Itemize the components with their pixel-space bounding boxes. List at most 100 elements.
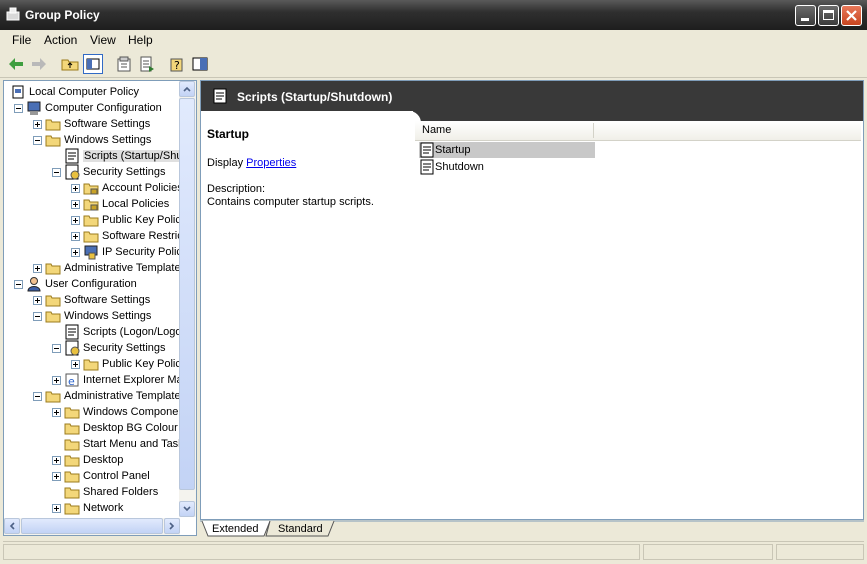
expand-plus-icon[interactable] bbox=[71, 248, 80, 257]
scroll-up-button[interactable] bbox=[179, 81, 195, 97]
console-tree[interactable]: Local Computer Policy Computer Configurat… bbox=[3, 80, 197, 536]
folder-icon bbox=[83, 359, 99, 371]
computer-policy-icon bbox=[12, 85, 24, 99]
tree-item[interactable]: Public Key Policies bbox=[4, 356, 180, 372]
up-folder-icon[interactable] bbox=[60, 54, 80, 74]
tree-item-label: Shared Folders bbox=[83, 486, 159, 498]
script-icon bbox=[65, 148, 79, 164]
horizontal-scroll-thumb[interactable] bbox=[21, 518, 163, 534]
tree-item[interactable]: Security Settings bbox=[4, 340, 180, 356]
expand-plus-icon[interactable] bbox=[71, 200, 80, 209]
tab-standard[interactable]: Standard bbox=[278, 523, 323, 540]
expand-plus-icon[interactable] bbox=[52, 504, 61, 513]
scripts-list[interactable]: Name Startup Shutdown bbox=[415, 121, 863, 519]
tree-item-label: Windows Settings bbox=[64, 134, 152, 146]
expand-plus-icon[interactable] bbox=[52, 376, 61, 385]
tree-item-label: Desktop BG Colour bbox=[83, 422, 178, 434]
show-hide-tree-button[interactable] bbox=[83, 54, 103, 74]
expand-plus-icon[interactable] bbox=[71, 216, 80, 225]
tree-horizontal-scrollbar[interactable] bbox=[4, 518, 180, 535]
close-button[interactable] bbox=[841, 5, 862, 26]
tree-item[interactable]: Network bbox=[4, 500, 180, 516]
tree-item-label: Software Settings bbox=[64, 294, 151, 306]
list-item-shutdown[interactable]: Shutdown bbox=[419, 159, 595, 175]
expand-plus-icon[interactable] bbox=[71, 184, 80, 193]
scroll-right-button[interactable] bbox=[164, 518, 180, 534]
tree-item[interactable]: Administrative Templates bbox=[4, 260, 180, 276]
forward-arrow-icon[interactable] bbox=[29, 54, 49, 74]
column-divider[interactable] bbox=[593, 123, 594, 138]
back-arrow-icon[interactable] bbox=[6, 54, 26, 74]
expand-plus-icon[interactable] bbox=[71, 232, 80, 241]
tree-item[interactable]: Scripts (Startup/Shutdown) bbox=[4, 148, 180, 164]
tree-vertical-scrollbar[interactable] bbox=[179, 81, 196, 517]
minimize-button[interactable] bbox=[795, 5, 816, 26]
help-icon[interactable]: ? bbox=[167, 54, 187, 74]
tree-item[interactable]: Start Menu and Taskbar bbox=[4, 436, 180, 452]
tree-item[interactable]: Computer Configuration bbox=[4, 100, 180, 116]
collapse-minus-icon[interactable] bbox=[52, 344, 61, 353]
collapse-minus-icon[interactable] bbox=[14, 104, 23, 113]
menu-view[interactable]: View bbox=[90, 33, 116, 47]
tree-item[interactable]: Administrative Templates bbox=[4, 388, 180, 404]
details-header-title: Scripts (Startup/Shutdown) bbox=[237, 90, 393, 104]
tab-extended[interactable]: Extended bbox=[212, 523, 258, 540]
expand-plus-icon[interactable] bbox=[52, 408, 61, 417]
scroll-thumb[interactable] bbox=[179, 98, 195, 490]
tree-item[interactable]: Scripts (Logon/Logoff) bbox=[4, 324, 180, 340]
tree-item[interactable]: IP Security Policies bbox=[4, 244, 180, 260]
tree-item[interactable]: e Internet Explorer Maintenance bbox=[4, 372, 180, 388]
expand-plus-icon[interactable] bbox=[52, 456, 61, 465]
tree-item-label: Software Restriction Policies bbox=[102, 230, 180, 242]
tree-item[interactable]: Account Policies bbox=[4, 180, 180, 196]
tree-item-label: Security Settings bbox=[83, 342, 166, 354]
properties-icon[interactable] bbox=[114, 54, 134, 74]
tree-item[interactable]: Software Settings bbox=[4, 292, 180, 308]
expand-plus-icon[interactable] bbox=[33, 264, 42, 273]
tree-item[interactable]: Windows Components bbox=[4, 404, 180, 420]
title-bar: Group Policy bbox=[0, 0, 867, 30]
menu-action[interactable]: Action bbox=[44, 33, 77, 47]
tree-item[interactable]: Shared Folders bbox=[4, 484, 180, 500]
properties-link[interactable]: Properties bbox=[246, 157, 296, 169]
menu-file[interactable]: File bbox=[12, 33, 31, 47]
show-hide-action-pane-icon[interactable] bbox=[190, 54, 210, 74]
folder-icon bbox=[83, 231, 99, 243]
collapse-minus-icon[interactable] bbox=[14, 280, 23, 289]
tree-item-label: Computer Configuration bbox=[45, 102, 162, 114]
tree-item[interactable]: Local Policies bbox=[4, 196, 180, 212]
menu-help[interactable]: Help bbox=[128, 33, 153, 47]
folder-lock-icon bbox=[83, 199, 99, 211]
expand-plus-icon[interactable] bbox=[33, 120, 42, 129]
column-header-name[interactable]: Name bbox=[415, 121, 861, 141]
tree-item[interactable]: Control Panel bbox=[4, 468, 180, 484]
expand-plus-icon[interactable] bbox=[52, 472, 61, 481]
tree-item[interactable]: Local Computer Policy bbox=[4, 84, 180, 100]
tree-item[interactable]: Software Restriction Policies bbox=[4, 228, 180, 244]
folder-icon bbox=[64, 455, 80, 467]
list-item-startup[interactable]: Startup bbox=[419, 142, 595, 158]
script-icon bbox=[420, 159, 434, 175]
tree-item[interactable]: Desktop bbox=[4, 452, 180, 468]
maximize-button[interactable] bbox=[818, 5, 839, 26]
security-icon bbox=[65, 340, 80, 356]
tree-item[interactable]: Desktop BG Colour bbox=[4, 420, 180, 436]
collapse-minus-icon[interactable] bbox=[33, 312, 42, 321]
scroll-down-button[interactable] bbox=[179, 501, 195, 517]
export-list-icon[interactable] bbox=[137, 54, 157, 74]
tree-item[interactable]: Public Key Policies bbox=[4, 212, 180, 228]
tree-item[interactable]: Windows Settings bbox=[4, 132, 180, 148]
scroll-left-button[interactable] bbox=[4, 518, 20, 534]
tree-item[interactable]: User Configuration bbox=[4, 276, 180, 292]
expand-plus-icon[interactable] bbox=[33, 296, 42, 305]
expand-plus-icon[interactable] bbox=[71, 360, 80, 369]
maximize-icon bbox=[823, 10, 834, 20]
collapse-minus-icon[interactable] bbox=[33, 136, 42, 145]
tree-item[interactable]: Software Settings bbox=[4, 116, 180, 132]
collapse-minus-icon[interactable] bbox=[33, 392, 42, 401]
tree-item[interactable]: Security Settings bbox=[4, 164, 180, 180]
collapse-minus-icon[interactable] bbox=[52, 168, 61, 177]
tree-item-label: Network bbox=[83, 502, 124, 514]
tree-item[interactable]: Windows Settings bbox=[4, 308, 180, 324]
tree-item-label: Desktop bbox=[83, 454, 124, 466]
